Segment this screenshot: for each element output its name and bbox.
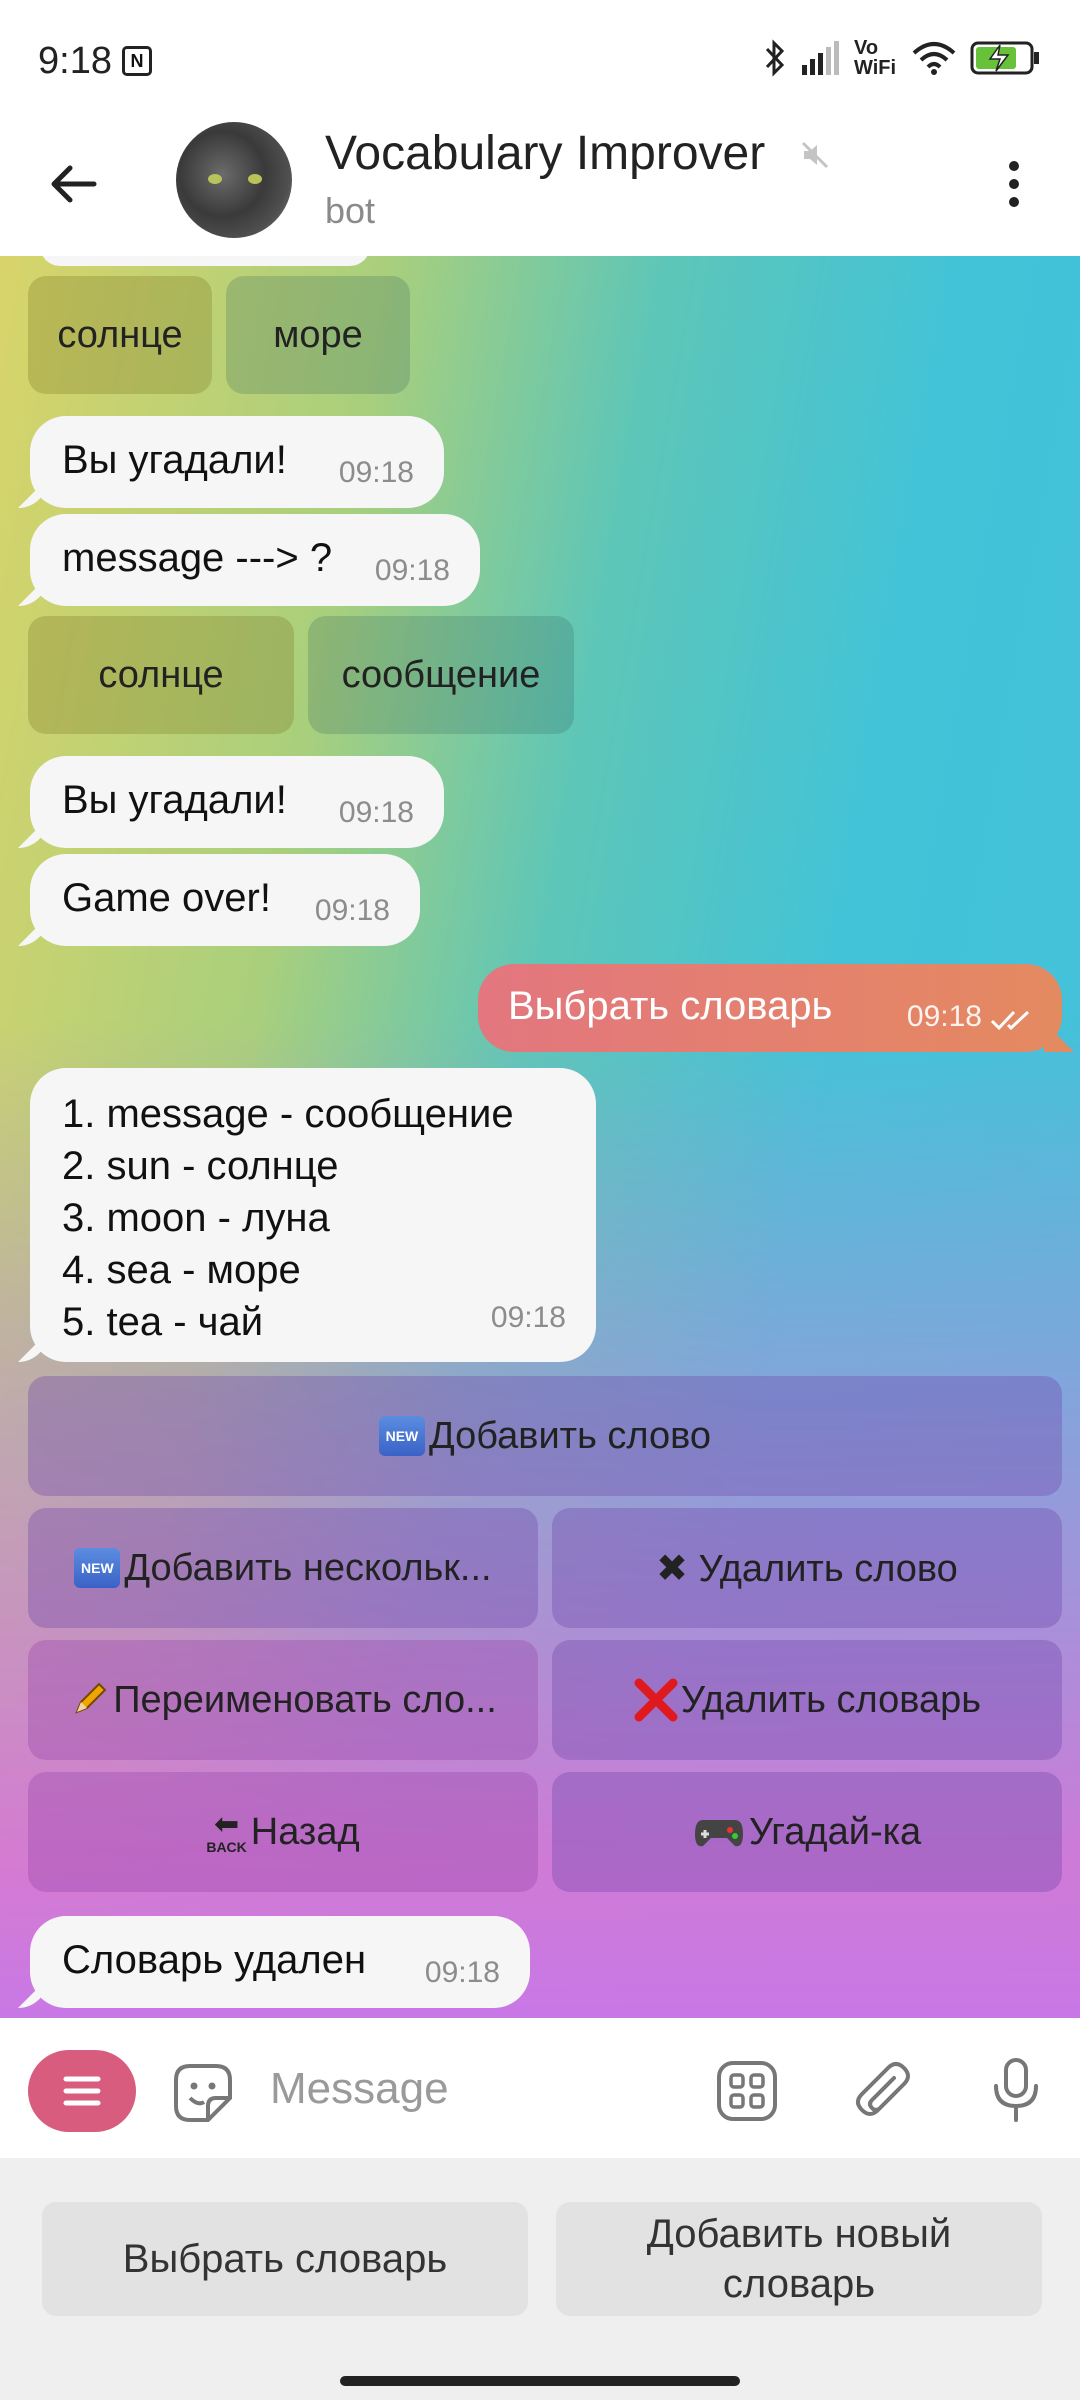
more-vertical-icon[interactable] <box>984 154 1044 214</box>
message-time: 09:18 <box>338 796 414 829</box>
message-text: Вы угадали! <box>62 778 287 822</box>
rename-dictionary-button[interactable]: Переименовать сло... <box>28 1640 538 1760</box>
back-arrow-icon: ⬅ BACK <box>206 1808 247 1855</box>
message-time: 09:18 <box>490 1301 566 1334</box>
message-text: message ---> ? <box>62 536 333 580</box>
back-arrow-icon[interactable] <box>44 154 104 214</box>
button-label-line1: Добавить новый <box>646 2212 952 2256</box>
inline-button-sea[interactable]: море <box>226 276 410 394</box>
sticker-icon[interactable] <box>170 2060 236 2126</box>
new-icon: NEW <box>378 1416 425 1456</box>
button-label: Назад <box>250 1810 360 1853</box>
message-time: 09:18 <box>374 554 450 587</box>
delete-dictionary-button[interactable]: Удалить словарь <box>552 1640 1062 1760</box>
button-label: ✖ Удалить слово <box>656 1547 958 1590</box>
gamepad-icon <box>694 1820 743 1847</box>
list-item: 2. sun - солнце <box>62 1144 339 1188</box>
message-time: 09:18 <box>906 1000 982 1033</box>
list-item: 1. message - сообщение <box>62 1092 514 1136</box>
chat-area[interactable]: солнце море Вы угадали! 09:18 message --… <box>0 256 1080 2018</box>
message-text: Словарь удален <box>62 1938 367 1982</box>
button-label: Добавить слово <box>428 1414 712 1457</box>
message-time: 09:18 <box>424 1956 500 1989</box>
inline-button-sun-1[interactable]: солнце <box>28 276 212 394</box>
message-bubble: message ---> ? 09:18 <box>30 514 480 606</box>
vowifi-icon: Vo WiFi <box>854 37 897 79</box>
message-text: Game over! <box>62 876 271 920</box>
mic-icon[interactable] <box>988 2056 1044 2124</box>
wifi-icon <box>912 42 956 75</box>
partial-message <box>40 256 370 266</box>
signal-icon <box>802 41 839 75</box>
back-button[interactable]: ⬅ BACK Назад <box>28 1772 538 1892</box>
attach-icon[interactable] <box>850 2058 914 2122</box>
chat-title[interactable]: Vocabulary Improver <box>325 126 765 181</box>
guess-game-button[interactable]: Угадай-ка <box>552 1772 1062 1892</box>
bot-menu-button[interactable] <box>28 2050 136 2132</box>
message-text: Вы угадали! <box>62 438 287 482</box>
add-several-words-button[interactable]: NEW Добавить нескольк... <box>28 1508 538 1628</box>
message-bubble: Словарь удален 09:18 <box>30 1916 530 2008</box>
message-time: 09:18 <box>338 456 414 489</box>
battery-charging-icon <box>970 41 1039 75</box>
inline-button-message[interactable]: сообщение <box>308 616 574 734</box>
apps-icon[interactable] <box>716 2060 778 2122</box>
avatar[interactable] <box>176 122 292 238</box>
message-time: 09:18 <box>314 894 390 927</box>
status-icons: Vo WiFi <box>764 38 1040 78</box>
reply-keyboard: Выбрать словарь Добавить новый словарь <box>0 2158 1080 2400</box>
list-item: 3. moon - луна <box>62 1196 330 1240</box>
choose-dictionary-button[interactable]: Выбрать словарь <box>42 2202 528 2316</box>
message-input-bar <box>0 2018 1080 2158</box>
button-label: Переименовать сло... <box>113 1678 497 1721</box>
status-bar: 9:18 N Vo WiFi <box>0 0 1080 110</box>
bluetooth-icon <box>765 39 785 77</box>
list-item: 4. sea - море <box>62 1248 301 1292</box>
red-cross-icon <box>634 1678 678 1722</box>
message-input[interactable] <box>268 2048 692 2130</box>
dictionary-list-message: 1. message - сообщение 2. sun - солнце 3… <box>30 1068 596 1362</box>
outgoing-message: Выбрать словарь 09:18 <box>478 964 1062 1052</box>
add-word-button[interactable]: NEW Добавить слово <box>28 1376 1062 1496</box>
message-text: Выбрать словарь <box>508 984 833 1028</box>
delete-word-button[interactable]: ✖ Удалить слово <box>552 1508 1062 1628</box>
read-checks-icon <box>990 1010 1030 1031</box>
chat-header: Vocabulary Improver bot <box>0 110 1080 257</box>
chat-subtitle: bot <box>325 190 376 231</box>
menu-icon <box>63 2076 101 2106</box>
muted-icon <box>801 141 829 169</box>
inline-button-sun-2[interactable]: солнце <box>28 616 294 734</box>
button-label-line2: словарь <box>722 2262 876 2306</box>
new-icon: NEW <box>74 1548 121 1588</box>
button-label: Угадай-ка <box>748 1810 922 1853</box>
status-time: 9:18 <box>38 40 112 82</box>
button-label: Удалить словарь <box>680 1678 982 1721</box>
nfc-icon: N <box>122 46 152 76</box>
pencil-icon <box>75 1682 107 1714</box>
home-indicator[interactable] <box>340 2376 740 2386</box>
button-label: Добавить нескольк... <box>124 1546 492 1589</box>
message-bubble: Game over! 09:18 <box>30 854 420 946</box>
message-bubble: Вы угадали! 09:18 <box>30 756 444 848</box>
add-new-dictionary-button[interactable]: Добавить новый словарь <box>556 2202 1042 2316</box>
message-bubble: Вы угадали! 09:18 <box>30 416 444 508</box>
